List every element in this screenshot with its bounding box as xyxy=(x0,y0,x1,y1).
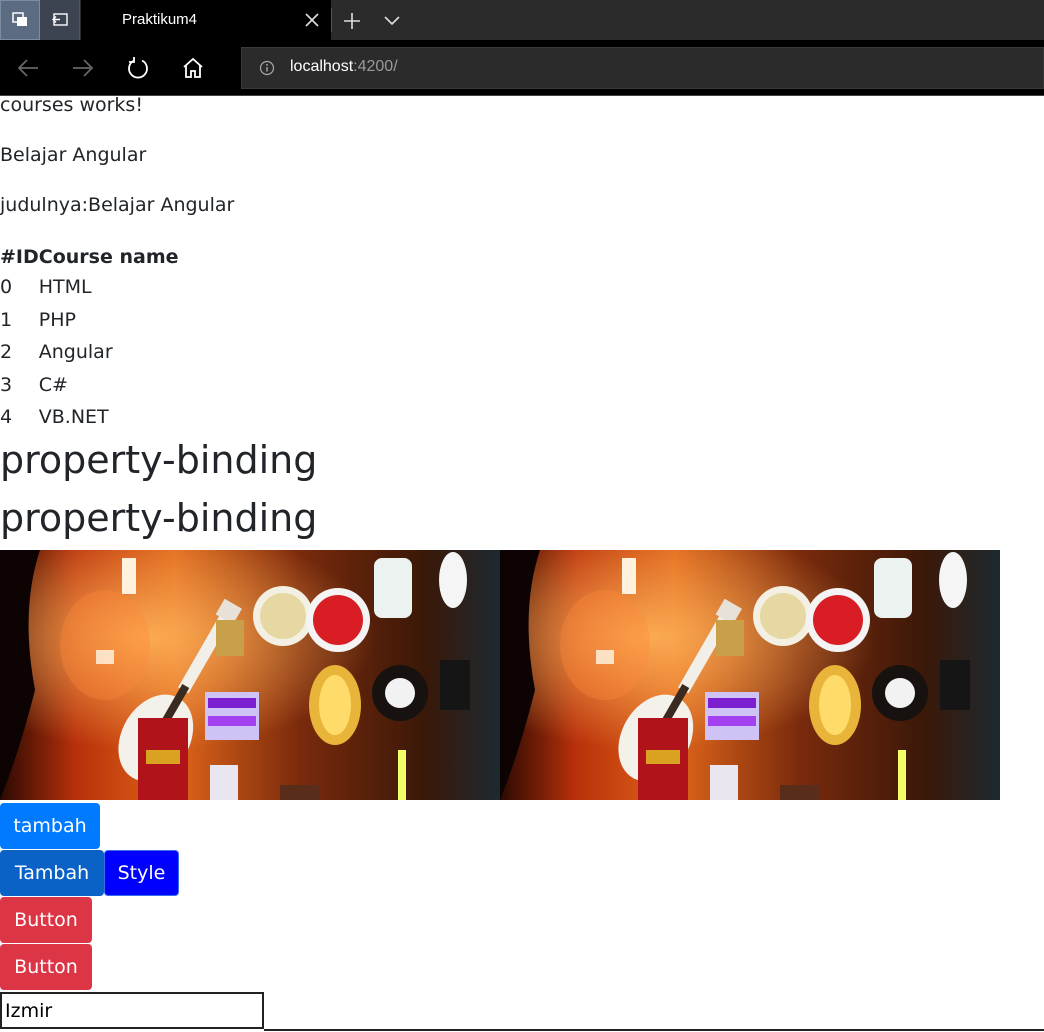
danger-button-1[interactable]: Button xyxy=(0,897,92,943)
address-port-path: :4200/ xyxy=(353,58,398,75)
course-id: 1 xyxy=(0,308,13,331)
table-row: 2 Angular xyxy=(0,336,179,369)
tab-praktikum4[interactable]: Praktikum4 xyxy=(81,0,331,40)
tambah-button-2[interactable]: Tambah xyxy=(0,850,104,896)
style-button[interactable]: Style xyxy=(104,850,179,896)
bar-signs-picture xyxy=(0,550,500,800)
course-name: HTML xyxy=(38,276,92,299)
tab-overview-button[interactable] xyxy=(0,0,40,40)
close-icon xyxy=(305,13,319,27)
course-id: 4 xyxy=(0,406,13,429)
page-bottom-border xyxy=(264,1029,1044,1031)
browser-nav-bar: localhost:4200/ xyxy=(0,40,1044,96)
home-icon xyxy=(183,57,203,78)
browser-tab-bar: Praktikum4 xyxy=(0,0,1044,40)
plus-icon xyxy=(344,13,360,29)
table-row: 1 PHP xyxy=(0,304,179,337)
bar-signs-image-1 xyxy=(0,550,500,800)
tabs-aside-icon xyxy=(52,13,68,26)
address-bar[interactable]: localhost:4200/ xyxy=(241,47,1044,89)
tambah-button[interactable]: tambah xyxy=(0,803,100,849)
course-id: 3 xyxy=(0,373,13,396)
column-header-course-name: Course name xyxy=(38,246,179,268)
courses-table: #ID Course name 0 HTML 1 PHP 2 Angular 3… xyxy=(0,243,179,434)
table-row: 0 HTML xyxy=(0,271,179,304)
chevron-down-icon xyxy=(384,16,400,26)
page-content: courses works! Belajar Angular judulnya:… xyxy=(0,94,1044,1032)
new-tab-button[interactable] xyxy=(341,10,363,32)
course-name: C# xyxy=(38,373,68,396)
info-icon[interactable] xyxy=(259,60,275,76)
course-id: 0 xyxy=(0,276,13,299)
property-binding-heading-1: property-binding xyxy=(0,438,318,482)
property-binding-heading-2: property-binding xyxy=(0,496,318,540)
tab-overview-icon xyxy=(12,12,27,26)
refresh-icon xyxy=(128,57,148,79)
course-name: Angular xyxy=(38,341,113,364)
course-name: VB.NET xyxy=(38,406,109,429)
title-text: Belajar Angular xyxy=(0,144,147,166)
courses-works-text: courses works! xyxy=(0,94,143,116)
table-row: 3 C# xyxy=(0,369,179,402)
table-header-row: #ID Course name xyxy=(0,243,179,271)
forward-button[interactable] xyxy=(69,54,97,82)
bar-signs-image-2 xyxy=(500,550,1000,800)
back-button[interactable] xyxy=(14,54,42,82)
arrow-left-icon xyxy=(17,59,38,77)
tab-separator xyxy=(331,8,332,32)
danger-button-2[interactable]: Button xyxy=(0,944,92,990)
refresh-button[interactable] xyxy=(124,54,152,82)
name-input[interactable] xyxy=(0,992,264,1029)
address-host: localhost xyxy=(290,58,354,75)
set-tabs-aside-button[interactable] xyxy=(40,0,80,40)
bar-signs-picture xyxy=(500,550,1000,800)
table-row: 4 VB.NET xyxy=(0,401,179,434)
column-header-id: #ID xyxy=(0,246,39,268)
close-tab-button[interactable] xyxy=(302,10,322,30)
tab-title: Praktikum4 xyxy=(122,11,198,28)
home-button[interactable] xyxy=(179,54,207,82)
arrow-right-icon xyxy=(73,59,94,77)
course-name: PHP xyxy=(38,308,76,331)
address-text: localhost:4200/ xyxy=(290,58,398,76)
tab-list-button[interactable] xyxy=(381,10,403,32)
judul-text: judulnya:Belajar Angular xyxy=(0,194,235,216)
course-id: 2 xyxy=(0,341,13,364)
